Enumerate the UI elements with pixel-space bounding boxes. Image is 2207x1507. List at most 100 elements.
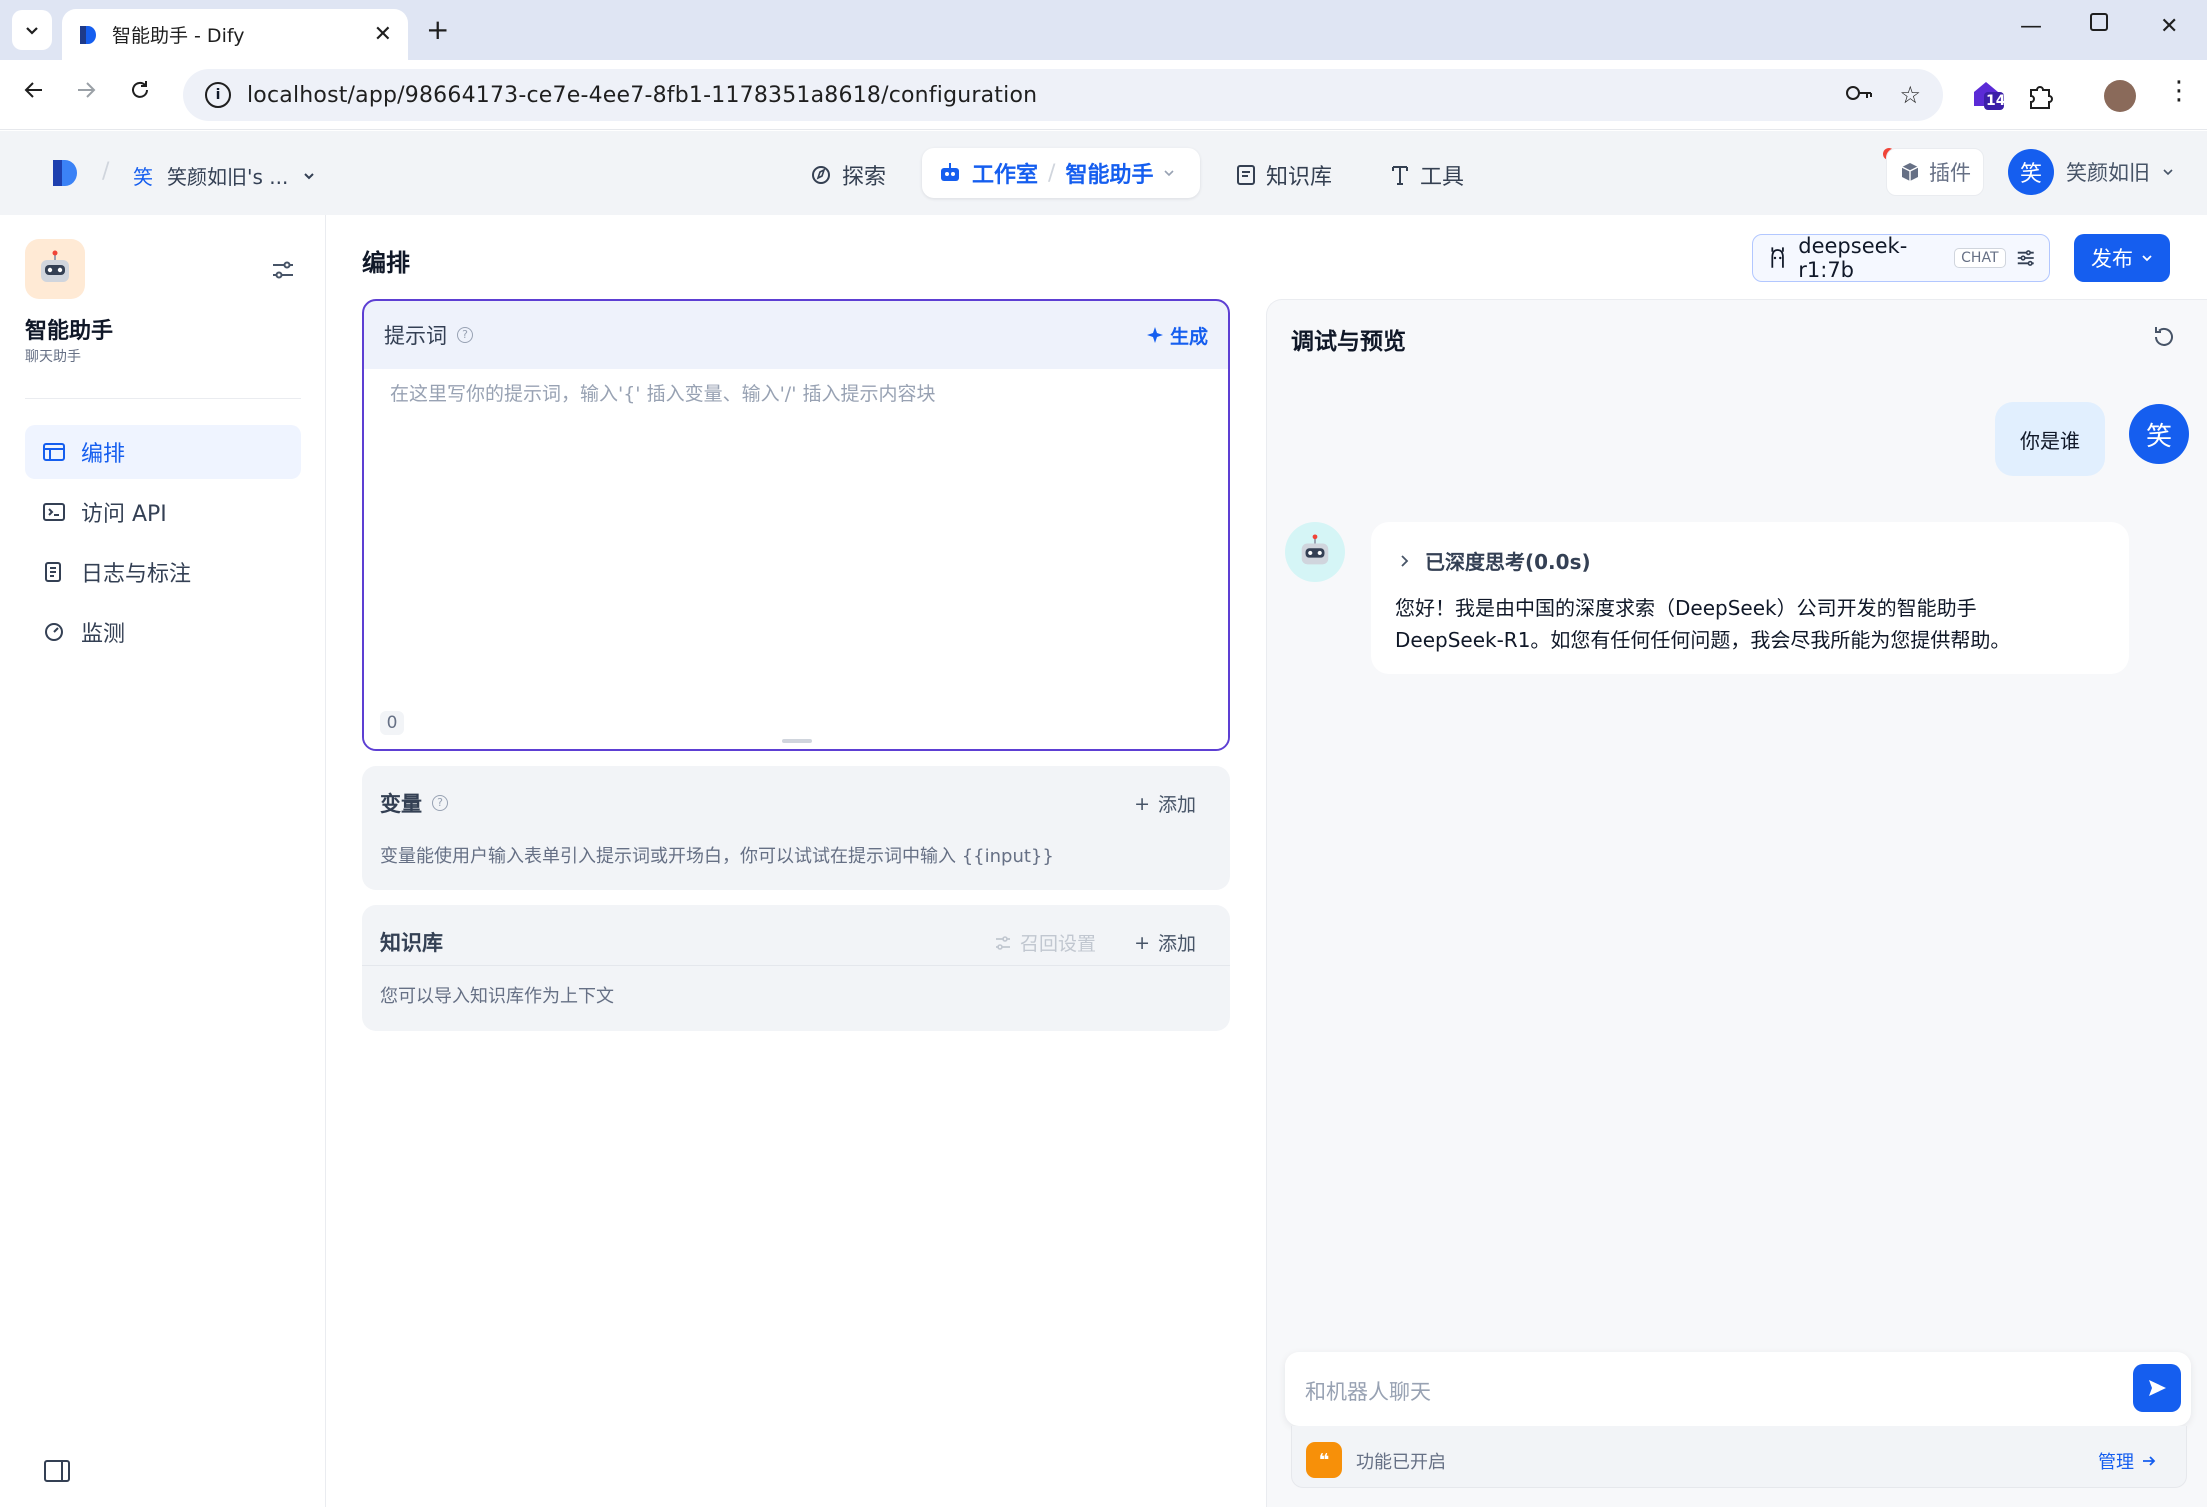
- generate-button[interactable]: 生成: [1146, 322, 1208, 349]
- user-avatar: 笑: [2129, 404, 2189, 464]
- maximize-icon[interactable]: [2090, 12, 2108, 37]
- cube-icon: [1901, 163, 1919, 181]
- knowledge-section: 知识库 召回设置 + 添加 您可以导入知识库作为上下文: [362, 905, 1230, 1031]
- help-icon[interactable]: ?: [432, 795, 448, 811]
- plus-icon: +: [1134, 931, 1150, 954]
- browser-tab[interactable]: 智能助手 - Dify ✕: [62, 9, 408, 60]
- variables-title: 变量: [380, 792, 422, 816]
- thinking-toggle[interactable]: 已深度思考(0.0s): [1399, 546, 1591, 575]
- address-bar[interactable]: i localhost/app/98664173-ce7e-4ee7-8fb1-…: [183, 69, 1943, 121]
- nav-studio[interactable]: 工作室 / 智能助手: [922, 148, 1200, 198]
- app-settings-icon[interactable]: [270, 257, 296, 283]
- add-knowledge-button[interactable]: + 添加: [1134, 929, 1196, 956]
- book-icon: [1237, 165, 1255, 185]
- sidebar-item-orchestrate[interactable]: 编排: [25, 425, 301, 479]
- url-text: localhost/app/98664173-ce7e-4ee7-8fb1-11…: [247, 82, 1038, 108]
- manage-features-link[interactable]: 管理: [2098, 1448, 2156, 1474]
- forward-icon[interactable]: [74, 78, 98, 108]
- chevron-down-icon: [1164, 170, 1175, 177]
- chevron-down-icon: [304, 172, 315, 179]
- send-icon: [2149, 1380, 2166, 1396]
- extension-badge-icon[interactable]: 14: [1970, 78, 2006, 114]
- profile-avatar[interactable]: [2104, 80, 2136, 112]
- collapse-sidebar-icon[interactable]: [44, 1460, 70, 1482]
- dify-favicon-icon: [80, 25, 96, 44]
- page-title: 编排: [362, 249, 410, 277]
- password-key-icon[interactable]: [1845, 81, 1873, 109]
- add-variable-button[interactable]: + 添加: [1134, 790, 1196, 817]
- chevron-right-icon: [1401, 554, 1409, 567]
- robot-icon: [41, 250, 69, 282]
- arrow-right-icon: [2143, 1456, 2156, 1466]
- variables-description: 变量能使用户输入表单引入提示词或开场白，你可以试试在提示词中输入 {{input…: [380, 846, 1054, 867]
- knowledge-description: 您可以导入知识库作为上下文: [380, 986, 614, 1007]
- sidebar-item-logs[interactable]: 日志与标注: [25, 545, 301, 599]
- model-selector[interactable]: deepseek-r1:7b CHAT: [1752, 234, 2050, 282]
- user-name: 笑颜如旧: [2066, 161, 2150, 185]
- resize-handle[interactable]: [782, 739, 812, 743]
- prompt-placeholder: 在这里写你的提示词，输入'{' 插入变量、输入'/' 插入提示内容块: [390, 383, 936, 405]
- model-mode-badge: CHAT: [1954, 248, 2006, 268]
- browser-menu-icon[interactable]: ⋮: [2166, 76, 2192, 106]
- nav-tools[interactable]: 工具: [1390, 159, 1464, 191]
- workspace-switcher[interactable]: 笑 笑颜如旧's ...: [133, 161, 316, 190]
- features-bar: ❝ 功能已开启 管理: [1291, 1426, 2187, 1488]
- monitor-icon: [43, 621, 65, 643]
- extension-badge-count: 14: [1986, 93, 2006, 109]
- help-icon[interactable]: ?: [457, 327, 473, 343]
- prompt-header: 提示词 ? 生成: [364, 301, 1228, 369]
- app-header: / 笑 笑颜如旧's ... 探索 工作室 / 智能助手 知识库 工具 插件 笑…: [0, 131, 2207, 215]
- prompt-textarea[interactable]: 在这里写你的提示词，输入'{' 插入变量、输入'/' 插入提示内容块 0: [364, 369, 1228, 749]
- app-icon: [25, 239, 85, 299]
- plus-icon: +: [1134, 792, 1150, 815]
- browser-tab-bar: 智能助手 - Dify ✕ + — ✕: [0, 0, 2207, 60]
- compass-icon: [812, 166, 830, 184]
- settings-sliders-icon: [995, 935, 1010, 950]
- variables-section: 变量 ? + 添加 变量能使用户输入表单引入提示词或开场白，你可以试试在提示词中…: [362, 766, 1230, 890]
- tab-search-button[interactable]: [12, 10, 52, 50]
- prompt-editor: 提示词 ? 生成 在这里写你的提示词，输入'{' 插入变量、输入'/' 插入提示…: [362, 299, 1230, 751]
- terminal-icon: [43, 501, 65, 523]
- current-app-label[interactable]: 智能助手: [1065, 157, 1153, 189]
- chat-input[interactable]: 和机器人聊天: [1285, 1352, 2191, 1426]
- site-info-icon[interactable]: i: [205, 82, 231, 108]
- chat-placeholder: 和机器人聊天: [1305, 1380, 1431, 1404]
- workspace-name: 笑颜如旧's ...: [167, 165, 289, 189]
- robot-icon: [1301, 534, 1329, 565]
- app-sidebar: 智能助手 聊天助手 编排 访问 API 日志与标注 监测: [0, 215, 326, 1507]
- refresh-icon[interactable]: [2151, 324, 2177, 350]
- user-message: 你是谁: [1995, 402, 2105, 476]
- layout-icon: [43, 441, 65, 463]
- sidebar-divider: [25, 398, 301, 399]
- bot-answer: 您好！我是由中国的深度求索（DeepSeek）公司开发的智能助手 DeepSee…: [1395, 596, 2011, 652]
- chevron-down-icon: [2142, 255, 2152, 262]
- sidebar-item-monitor[interactable]: 监测: [25, 605, 301, 659]
- chevron-down-icon: [2163, 169, 2173, 176]
- extensions-puzzle-icon[interactable]: [2026, 82, 2054, 114]
- thinking-label: 已深度思考(0.0s): [1425, 550, 1591, 574]
- user-menu[interactable]: 笑 笑颜如旧: [2008, 149, 2174, 195]
- plugins-button[interactable]: 插件: [1886, 148, 1984, 196]
- recall-settings-button[interactable]: 召回设置: [994, 929, 1096, 956]
- close-window-icon[interactable]: ✕: [2160, 14, 2178, 39]
- nav-explore[interactable]: 探索: [810, 159, 886, 191]
- log-icon: [43, 561, 65, 583]
- send-button[interactable]: [2133, 1364, 2181, 1412]
- tools-icon: [1392, 166, 1408, 185]
- new-tab-button[interactable]: +: [426, 14, 449, 46]
- model-settings-icon[interactable]: [2016, 247, 2035, 269]
- minimize-icon[interactable]: —: [2020, 14, 2042, 39]
- tab-title: 智能助手 - Dify: [112, 25, 245, 47]
- publish-button[interactable]: 发布: [2074, 234, 2170, 282]
- features-status: 功能已开启: [1356, 1452, 1446, 1473]
- knowledge-title: 知识库: [380, 931, 443, 955]
- back-icon[interactable]: [22, 78, 46, 108]
- close-tab-icon[interactable]: ✕: [374, 22, 392, 47]
- app-type: 聊天助手: [25, 349, 81, 365]
- browser-toolbar: i localhost/app/98664173-ce7e-4ee7-8fb1-…: [0, 60, 2207, 130]
- dify-logo-icon[interactable]: [50, 157, 80, 189]
- sidebar-item-api[interactable]: 访问 API: [25, 485, 301, 539]
- reload-icon[interactable]: [128, 78, 152, 108]
- nav-knowledge[interactable]: 知识库: [1236, 159, 1332, 191]
- bookmark-star-icon[interactable]: ☆: [1899, 81, 1921, 109]
